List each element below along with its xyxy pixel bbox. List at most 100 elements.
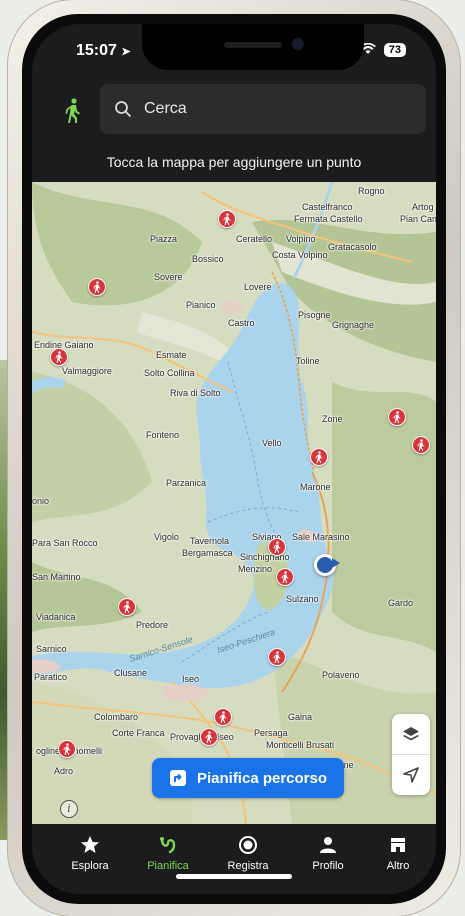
map-place-label: Corte Franca bbox=[112, 728, 165, 738]
hiker-icon bbox=[417, 439, 425, 451]
front-camera bbox=[292, 38, 304, 50]
hiking-poi-marker[interactable] bbox=[412, 436, 430, 454]
hiking-poi-marker[interactable] bbox=[58, 740, 76, 758]
layers-button[interactable] bbox=[392, 714, 430, 754]
hiker-icon bbox=[273, 651, 281, 663]
tab-registra[interactable]: Registra bbox=[208, 834, 288, 872]
hiking-poi-marker[interactable] bbox=[218, 210, 236, 228]
hiking-poi-marker[interactable] bbox=[214, 708, 232, 726]
hiker-icon bbox=[63, 743, 71, 755]
map-place-label: Solto Collina bbox=[144, 368, 195, 378]
tab-label: Altro bbox=[386, 860, 410, 872]
top-bar bbox=[32, 84, 436, 136]
hiking-poi-marker[interactable] bbox=[276, 568, 294, 586]
map-place-label: Piazza bbox=[150, 234, 178, 244]
map-place-label: Vello bbox=[262, 438, 282, 448]
record-icon bbox=[239, 836, 257, 854]
map-place-label: Lovere bbox=[244, 282, 272, 292]
hiking-poi-marker[interactable] bbox=[88, 278, 106, 296]
location-arrow-icon: ➤ bbox=[121, 46, 131, 58]
search-box[interactable] bbox=[100, 84, 426, 134]
hiker-icon bbox=[393, 411, 401, 423]
map-place-label: Clusane bbox=[114, 668, 148, 678]
map-place-label: Bossico bbox=[192, 254, 224, 264]
hiking-poi-marker[interactable] bbox=[310, 448, 328, 466]
map-place-label: Adro bbox=[54, 766, 74, 776]
map-place-label: Sarnico bbox=[36, 644, 67, 654]
map-place-label: Artog bbox=[412, 202, 434, 212]
plan-route-label: Pianifica percorso bbox=[196, 769, 328, 787]
map-place-label: Bergamasca bbox=[182, 548, 233, 558]
locate-icon bbox=[403, 767, 419, 783]
hiker-icon[interactable] bbox=[62, 98, 84, 124]
tab-profilo[interactable]: Profilo bbox=[288, 834, 368, 872]
hiker-icon bbox=[315, 451, 323, 463]
status-time: 15:07 ➤ bbox=[76, 42, 131, 60]
battery-indicator: 73 bbox=[383, 43, 406, 57]
heading-arrow-icon bbox=[332, 558, 340, 568]
tab-altro[interactable]: Altro bbox=[358, 834, 436, 872]
hiker-icon bbox=[273, 541, 281, 553]
map-place-label: Pianico bbox=[186, 300, 216, 310]
status-right: 73 bbox=[359, 42, 406, 58]
map-place-label: Gardo bbox=[388, 598, 414, 608]
hiker-icon bbox=[281, 571, 289, 583]
tab-bar: Esplora Pianifica Registra Profilo Altro bbox=[32, 824, 436, 894]
map-place-label: Menzino bbox=[238, 564, 273, 574]
notch bbox=[142, 24, 364, 70]
info-icon[interactable]: i bbox=[60, 800, 78, 818]
map-place-label: Esmate bbox=[156, 350, 187, 360]
map-place-label: Monticelli Brusati bbox=[266, 740, 335, 750]
map-place-label: Volpino bbox=[286, 234, 316, 244]
tab-pianifica[interactable]: Pianifica bbox=[128, 834, 208, 872]
phone-screen: 15:07 ➤ 73 Tocca la mappa per aggiungere… bbox=[32, 24, 436, 894]
layers-icon bbox=[403, 727, 419, 741]
map-place-label: Riva di Solto bbox=[170, 388, 221, 398]
plan-route-button[interactable]: Pianifica percorso bbox=[152, 758, 344, 798]
hiking-poi-marker[interactable] bbox=[200, 728, 218, 746]
person-icon bbox=[320, 837, 336, 853]
map-place-label: Sale Marasino bbox=[292, 532, 350, 542]
map-place-label: Gratacasolo bbox=[328, 242, 377, 252]
map-place-label: San Martino bbox=[32, 572, 81, 582]
map-place-label: Castro bbox=[228, 318, 255, 328]
map-controls bbox=[392, 714, 430, 795]
hiking-poi-marker[interactable] bbox=[268, 538, 286, 556]
search-input[interactable] bbox=[142, 99, 406, 119]
map-place-label: Grignaghe bbox=[332, 320, 375, 330]
map-place-label: Gaina bbox=[288, 712, 313, 722]
store-icon bbox=[391, 838, 405, 852]
map-place-label: Rogno bbox=[358, 186, 385, 196]
map-place-label: Para San Rocco bbox=[32, 538, 98, 548]
map-view[interactable]: Castelfranco Fermata Castello Artog Pian Ca… bbox=[32, 182, 436, 824]
route-sign-icon bbox=[169, 770, 186, 786]
hiker-icon bbox=[219, 711, 227, 723]
hiking-poi-marker[interactable] bbox=[388, 408, 406, 426]
hiking-poi-marker[interactable] bbox=[118, 598, 136, 616]
hiker-icon bbox=[123, 601, 131, 613]
map-place-label: Predore bbox=[136, 620, 169, 630]
map-place-label: Ceratello bbox=[236, 234, 273, 244]
map-place-label: Persaga bbox=[254, 728, 288, 738]
speaker bbox=[224, 42, 282, 48]
hiking-poi-marker[interactable] bbox=[268, 648, 286, 666]
map-place-label: Colombaro bbox=[94, 712, 139, 722]
map-place-label: onio bbox=[32, 496, 50, 506]
map-place-label: Pian Camu bbox=[400, 214, 436, 224]
map-place-label: Toline bbox=[296, 356, 320, 366]
map-hint: Tocca la mappa per aggiungere un punto bbox=[106, 154, 362, 170]
map-place-label: Vigolo bbox=[154, 532, 179, 542]
hiking-poi-marker[interactable] bbox=[50, 348, 68, 366]
map-place-label: Parzanica bbox=[166, 478, 207, 488]
map-place-label: Costa Volpino bbox=[272, 250, 328, 260]
search-icon bbox=[115, 101, 132, 118]
map-place-label: Pisogne bbox=[298, 310, 331, 320]
locate-button[interactable] bbox=[392, 755, 430, 795]
tab-esplora[interactable]: Esplora bbox=[50, 834, 130, 872]
home-indicator bbox=[176, 874, 292, 879]
hiker-icon bbox=[93, 281, 101, 293]
status-time-text: 15:07 bbox=[76, 42, 117, 59]
tab-label: Profilo bbox=[312, 860, 344, 872]
hiker-icon bbox=[55, 351, 63, 363]
hiker-icon bbox=[205, 731, 213, 743]
